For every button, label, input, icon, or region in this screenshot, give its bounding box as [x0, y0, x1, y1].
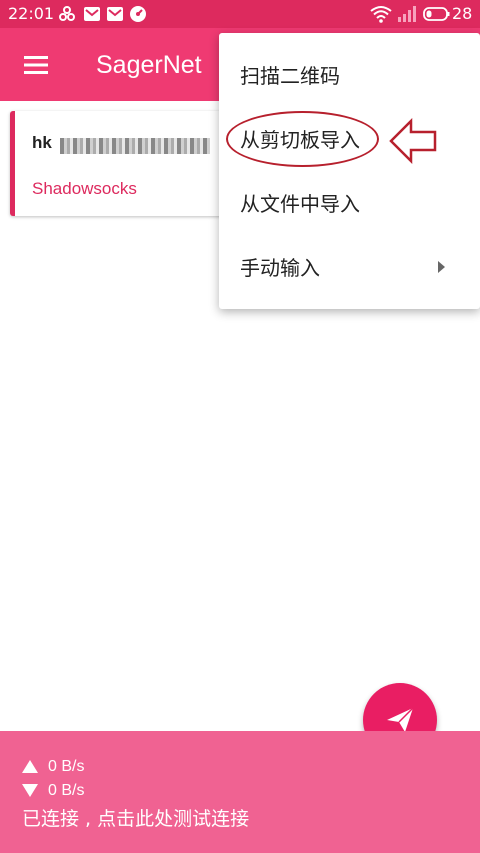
import-popup-menu: 扫描二维码 从剪切板导入 从文件中导入 手动输入 [219, 33, 480, 309]
status-bar: 22:01 28 [0, 0, 480, 28]
annotation-ellipse [226, 111, 379, 167]
upload-speed-row: 0 B/s [22, 757, 84, 777]
menu-item-scan-qr[interactable]: 扫描二维码 [219, 43, 480, 107]
battery-level: 28 [452, 4, 473, 23]
menu-item-label: 手动输入 [240, 256, 320, 280]
send-icon [387, 707, 414, 732]
download-speed: 0 B/s [48, 782, 85, 799]
download-speed-row: 0 B/s [22, 781, 84, 801]
annotation-arrow-icon [389, 118, 437, 164]
connection-stats-bar[interactable]: 0 B/s 0 B/s 已连接 , 点击此处测试连接 [0, 731, 480, 853]
app-title: SagerNet [96, 51, 202, 79]
submenu-arrow-icon [438, 261, 445, 273]
upload-speed: 0 B/s [48, 758, 85, 775]
battery-icon [423, 7, 450, 21]
mail-icon [107, 7, 123, 21]
mail-icon [84, 7, 100, 21]
menu-item-import-file[interactable]: 从文件中导入 [219, 171, 480, 235]
menu-item-manual-input[interactable]: 手动输入 [219, 235, 480, 299]
profile-type: Shadowsocks [32, 179, 137, 198]
connection-status-text: 已连接 , 点击此处测试连接 [22, 808, 250, 830]
download-arrow-icon [22, 784, 38, 798]
upload-arrow-icon [22, 760, 38, 774]
redacted-server-name [60, 138, 210, 154]
menu-item-label: 扫描二维码 [240, 64, 340, 88]
signal-icon [398, 6, 416, 22]
profile-name: hk [32, 133, 52, 152]
wifi-icon [370, 6, 392, 23]
hamburger-icon[interactable] [22, 53, 52, 77]
status-time: 22:01 [8, 4, 55, 23]
menu-item-label: 从文件中导入 [240, 192, 360, 216]
cluster-icon [59, 6, 75, 21]
gauge-icon [130, 6, 146, 22]
